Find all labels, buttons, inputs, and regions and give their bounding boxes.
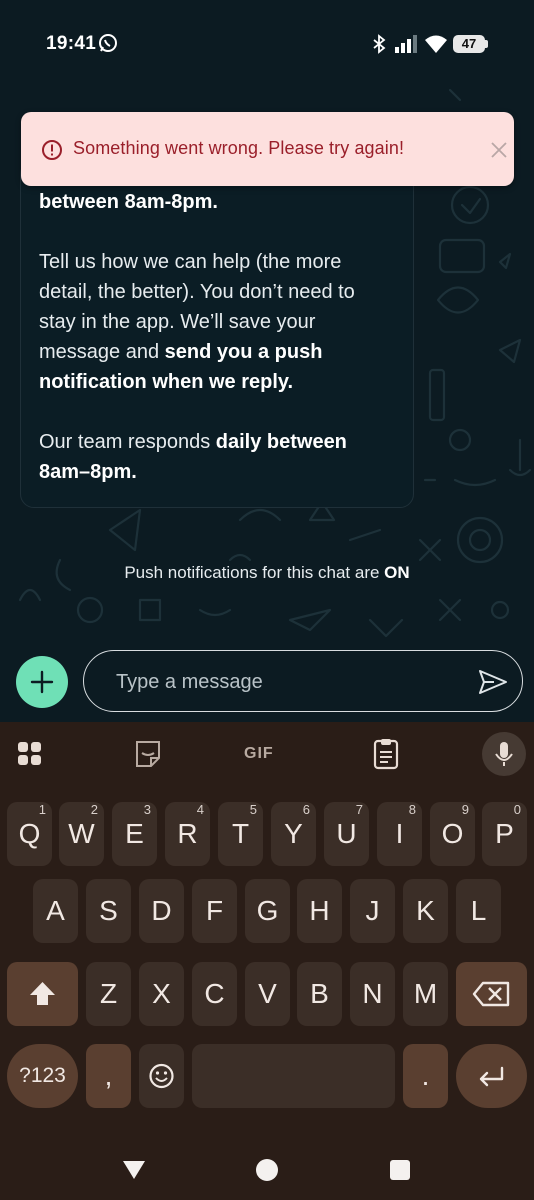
bubble-paragraph3: Our team responds daily between 8am–8pm. bbox=[39, 431, 347, 483]
clipboard-icon[interactable] bbox=[366, 736, 406, 772]
enter-icon bbox=[479, 1066, 504, 1087]
message-input[interactable] bbox=[116, 665, 456, 699]
message-composer bbox=[83, 650, 523, 712]
key-c[interactable]: C bbox=[192, 962, 237, 1026]
enter-key[interactable] bbox=[456, 1044, 527, 1108]
apps-grid-icon[interactable] bbox=[12, 736, 52, 772]
push-state: ON bbox=[384, 563, 410, 582]
battery-level: 47 bbox=[453, 35, 485, 53]
alert-circle-icon bbox=[42, 140, 62, 160]
key-i[interactable]: I8 bbox=[377, 802, 422, 866]
period-key[interactable]: . bbox=[403, 1044, 448, 1108]
mic-button[interactable] bbox=[482, 732, 526, 776]
key-b[interactable]: B bbox=[297, 962, 342, 1026]
sticker-icon[interactable] bbox=[128, 736, 168, 772]
key-g[interactable]: G bbox=[245, 879, 290, 943]
key-j[interactable]: J bbox=[350, 879, 395, 943]
key-k[interactable]: K bbox=[403, 879, 448, 943]
back-icon[interactable] bbox=[122, 1160, 146, 1180]
key-d[interactable]: D bbox=[139, 879, 184, 943]
keyboard: GIF Q1 W2 E3 R4 T5 Y6 U7 I8 O9 P0 A S D … bbox=[0, 722, 534, 1130]
screen: 19:41 47 between 8am-8pm. Tell us how we… bbox=[0, 0, 534, 1200]
key-h[interactable]: H bbox=[297, 879, 342, 943]
bubble-paragraph2: Tell us how we can help (the more detail… bbox=[39, 251, 355, 393]
key-y[interactable]: Y6 bbox=[271, 802, 316, 866]
close-icon[interactable] bbox=[487, 138, 511, 162]
emoji-icon bbox=[149, 1063, 174, 1089]
key-u[interactable]: U7 bbox=[324, 802, 369, 866]
bubble-line1: between 8am-8pm. bbox=[39, 191, 218, 213]
key-f[interactable]: F bbox=[192, 879, 237, 943]
navigation-bar bbox=[0, 1130, 534, 1200]
message-bubble: between 8am-8pm. Tell us how we can help… bbox=[20, 160, 414, 508]
battery-icon: 47 bbox=[453, 35, 489, 53]
backspace-icon bbox=[472, 981, 510, 1007]
signal-icon bbox=[395, 35, 417, 53]
key-w[interactable]: W2 bbox=[59, 802, 104, 866]
key-o[interactable]: O9 bbox=[430, 802, 475, 866]
key-a[interactable]: A bbox=[33, 879, 78, 943]
key-m[interactable]: M bbox=[403, 962, 448, 1026]
home-icon[interactable] bbox=[256, 1159, 278, 1181]
backspace-key[interactable] bbox=[456, 962, 527, 1026]
key-t[interactable]: T5 bbox=[218, 802, 263, 866]
send-icon[interactable] bbox=[478, 669, 508, 695]
whatsapp-icon bbox=[99, 34, 117, 52]
key-v[interactable]: V bbox=[245, 962, 290, 1026]
key-p[interactable]: P0 bbox=[482, 802, 527, 866]
add-attachment-button[interactable] bbox=[16, 656, 68, 708]
status-time: 19:41 bbox=[46, 33, 97, 54]
key-l[interactable]: L bbox=[456, 879, 501, 943]
key-x[interactable]: X bbox=[139, 962, 184, 1026]
space-key[interactable] bbox=[192, 1044, 395, 1108]
emoji-key[interactable] bbox=[139, 1044, 184, 1108]
key-q[interactable]: Q1 bbox=[7, 802, 52, 866]
key-n[interactable]: N bbox=[350, 962, 395, 1026]
error-toast: Something went wrong. Please try again! bbox=[21, 112, 514, 186]
mic-icon bbox=[495, 742, 513, 766]
key-s[interactable]: S bbox=[86, 879, 131, 943]
status-bar: 19:41 47 bbox=[0, 0, 534, 88]
key-r[interactable]: R4 bbox=[165, 802, 210, 866]
shift-key[interactable] bbox=[7, 962, 78, 1026]
shift-icon bbox=[30, 982, 55, 1005]
plus-icon bbox=[30, 670, 54, 694]
bluetooth-icon bbox=[373, 34, 386, 54]
push-notification-note: Push notifications for this chat are ON bbox=[124, 563, 410, 582]
toast-message: Something went wrong. Please try again! bbox=[73, 138, 405, 158]
gif-button[interactable]: GIF bbox=[244, 736, 284, 772]
key-z[interactable]: Z bbox=[86, 962, 131, 1026]
key-e[interactable]: E3 bbox=[112, 802, 157, 866]
recents-icon[interactable] bbox=[390, 1160, 410, 1180]
comma-key[interactable]: , bbox=[86, 1044, 131, 1108]
symbols-key[interactable]: ?123 bbox=[7, 1044, 78, 1108]
wifi-icon bbox=[425, 35, 447, 53]
